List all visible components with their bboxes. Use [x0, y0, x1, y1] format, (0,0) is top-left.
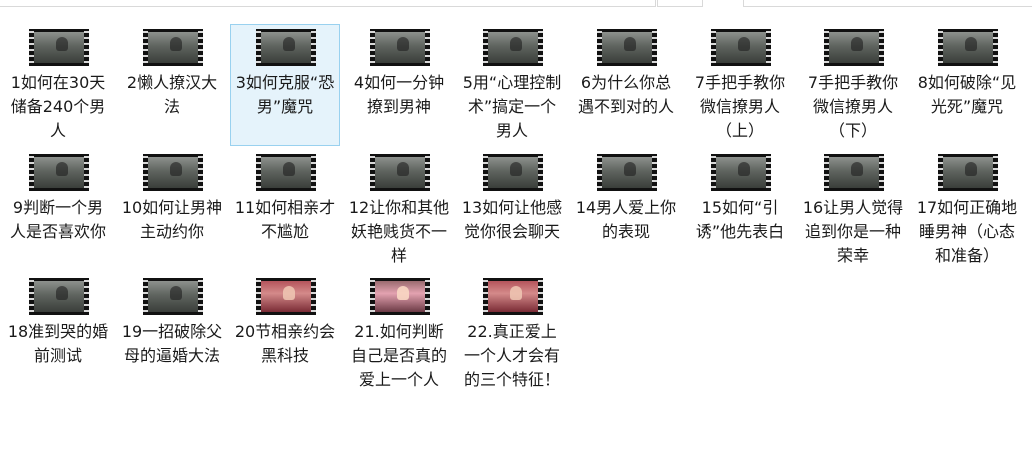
file-item[interactable]: 8如何破除“见光死”魔咒: [912, 24, 1022, 146]
address-dropdown-button[interactable]: [657, 0, 703, 7]
video-file-icon: [483, 29, 543, 66]
file-name: 19一招破除父母的逼婚大法: [121, 322, 223, 365]
file-name: 7手把手教你微信撩男人（下）: [807, 73, 899, 140]
video-file-icon: [29, 154, 89, 191]
video-file-icon: [711, 29, 771, 66]
file-item[interactable]: 10如何让男神主动约你: [117, 149, 227, 271]
file-item[interactable]: 5用“心理控制术”搞定一个男人: [457, 24, 567, 146]
file-item[interactable]: 21.如何判断自己是否真的爱上一个人: [344, 273, 454, 395]
video-file-icon: [143, 29, 203, 66]
video-file-icon: [256, 278, 316, 315]
file-name: 12让你和其他妖艳贱货不一样: [348, 198, 450, 265]
file-name: 20节相亲约会黑科技: [234, 322, 336, 365]
file-item[interactable]: 13如何让他感觉你很会聊天: [457, 149, 567, 271]
file-name: 3如何克服“恐男”魔咒: [235, 73, 335, 116]
file-name: 1如何在30天储备240个男人: [10, 73, 106, 140]
file-item[interactable]: 9判断一个男人是否喜欢你: [3, 149, 113, 271]
video-file-icon: [483, 154, 543, 191]
file-name: 13如何让他感觉你很会聊天: [461, 198, 563, 241]
file-name: 11如何相亲才不尴尬: [234, 198, 336, 241]
video-file-icon: [597, 29, 657, 66]
video-file-icon: [29, 278, 89, 315]
file-name: 6为什么你总遇不到对的人: [577, 73, 674, 116]
file-name: 4如何一分钟撩到男神: [353, 73, 445, 116]
file-item[interactable]: 11如何相亲才不尴尬: [230, 149, 340, 271]
file-item[interactable]: 7手把手教你微信撩男人（下）: [798, 24, 908, 146]
file-item[interactable]: 3如何克服“恐男”魔咒: [230, 24, 340, 146]
file-name: 9判断一个男人是否喜欢你: [9, 198, 106, 241]
file-name: 10如何让男神主动约你: [121, 198, 223, 241]
file-name: 15如何“引诱”他先表白: [695, 198, 785, 241]
video-file-icon: [256, 29, 316, 66]
video-file-icon: [370, 154, 430, 191]
video-file-icon: [370, 278, 430, 315]
search-input[interactable]: [743, 0, 1032, 7]
video-file-icon: [370, 29, 430, 66]
file-item[interactable]: 17如何正确地睡男神（心态和准备）: [912, 149, 1022, 271]
file-name: 16让男人觉得追到你是一种荣幸: [802, 198, 904, 265]
video-file-icon: [256, 154, 316, 191]
file-item[interactable]: 20节相亲约会黑科技: [230, 273, 340, 395]
video-file-icon: [938, 29, 998, 66]
address-bar[interactable]: [0, 0, 656, 7]
file-name: 22.真正爱上一个人才会有的三个特征！: [463, 322, 560, 389]
file-item[interactable]: 15如何“引诱”他先表白: [685, 149, 795, 271]
file-item[interactable]: 22.真正爱上一个人才会有的三个特征！: [457, 273, 567, 395]
video-file-icon: [938, 154, 998, 191]
file-name: 5用“心理控制术”搞定一个男人: [462, 73, 562, 140]
file-item[interactable]: 12让你和其他妖艳贱货不一样: [344, 149, 454, 271]
file-item[interactable]: 16让男人觉得追到你是一种荣幸: [798, 149, 908, 271]
file-item[interactable]: 6为什么你总遇不到对的人: [571, 24, 681, 146]
file-name: 8如何破除“见光死”魔咒: [917, 73, 1017, 116]
file-item[interactable]: 19一招破除父母的逼婚大法: [117, 273, 227, 395]
video-file-icon: [143, 278, 203, 315]
video-file-icon: [483, 278, 543, 315]
file-item[interactable]: 14男人爱上你的表现: [571, 149, 681, 271]
video-file-icon: [29, 29, 89, 66]
video-file-icon: [824, 154, 884, 191]
toolbar-strip: [0, 0, 1032, 8]
file-name: 18准到哭的婚前测试: [7, 322, 109, 365]
video-file-icon: [824, 29, 884, 66]
file-name: 21.如何判断自己是否真的爱上一个人: [350, 322, 447, 389]
video-file-icon: [597, 154, 657, 191]
file-item[interactable]: 18准到哭的婚前测试: [3, 273, 113, 395]
file-name: 14男人爱上你的表现: [575, 198, 677, 241]
file-name: 17如何正确地睡男神（心态和准备）: [916, 198, 1018, 265]
file-name: 2懒人撩汉大法: [126, 73, 218, 116]
file-name: 7手把手教你微信撩男人（上）: [694, 73, 786, 140]
video-file-icon: [143, 154, 203, 191]
file-item[interactable]: 1如何在30天储备240个男人: [3, 24, 113, 146]
file-item[interactable]: 2懒人撩汉大法: [117, 24, 227, 146]
file-item[interactable]: 4如何一分钟撩到男神: [344, 24, 454, 146]
video-file-icon: [711, 154, 771, 191]
file-item[interactable]: 7手把手教你微信撩男人（上）: [685, 24, 795, 146]
